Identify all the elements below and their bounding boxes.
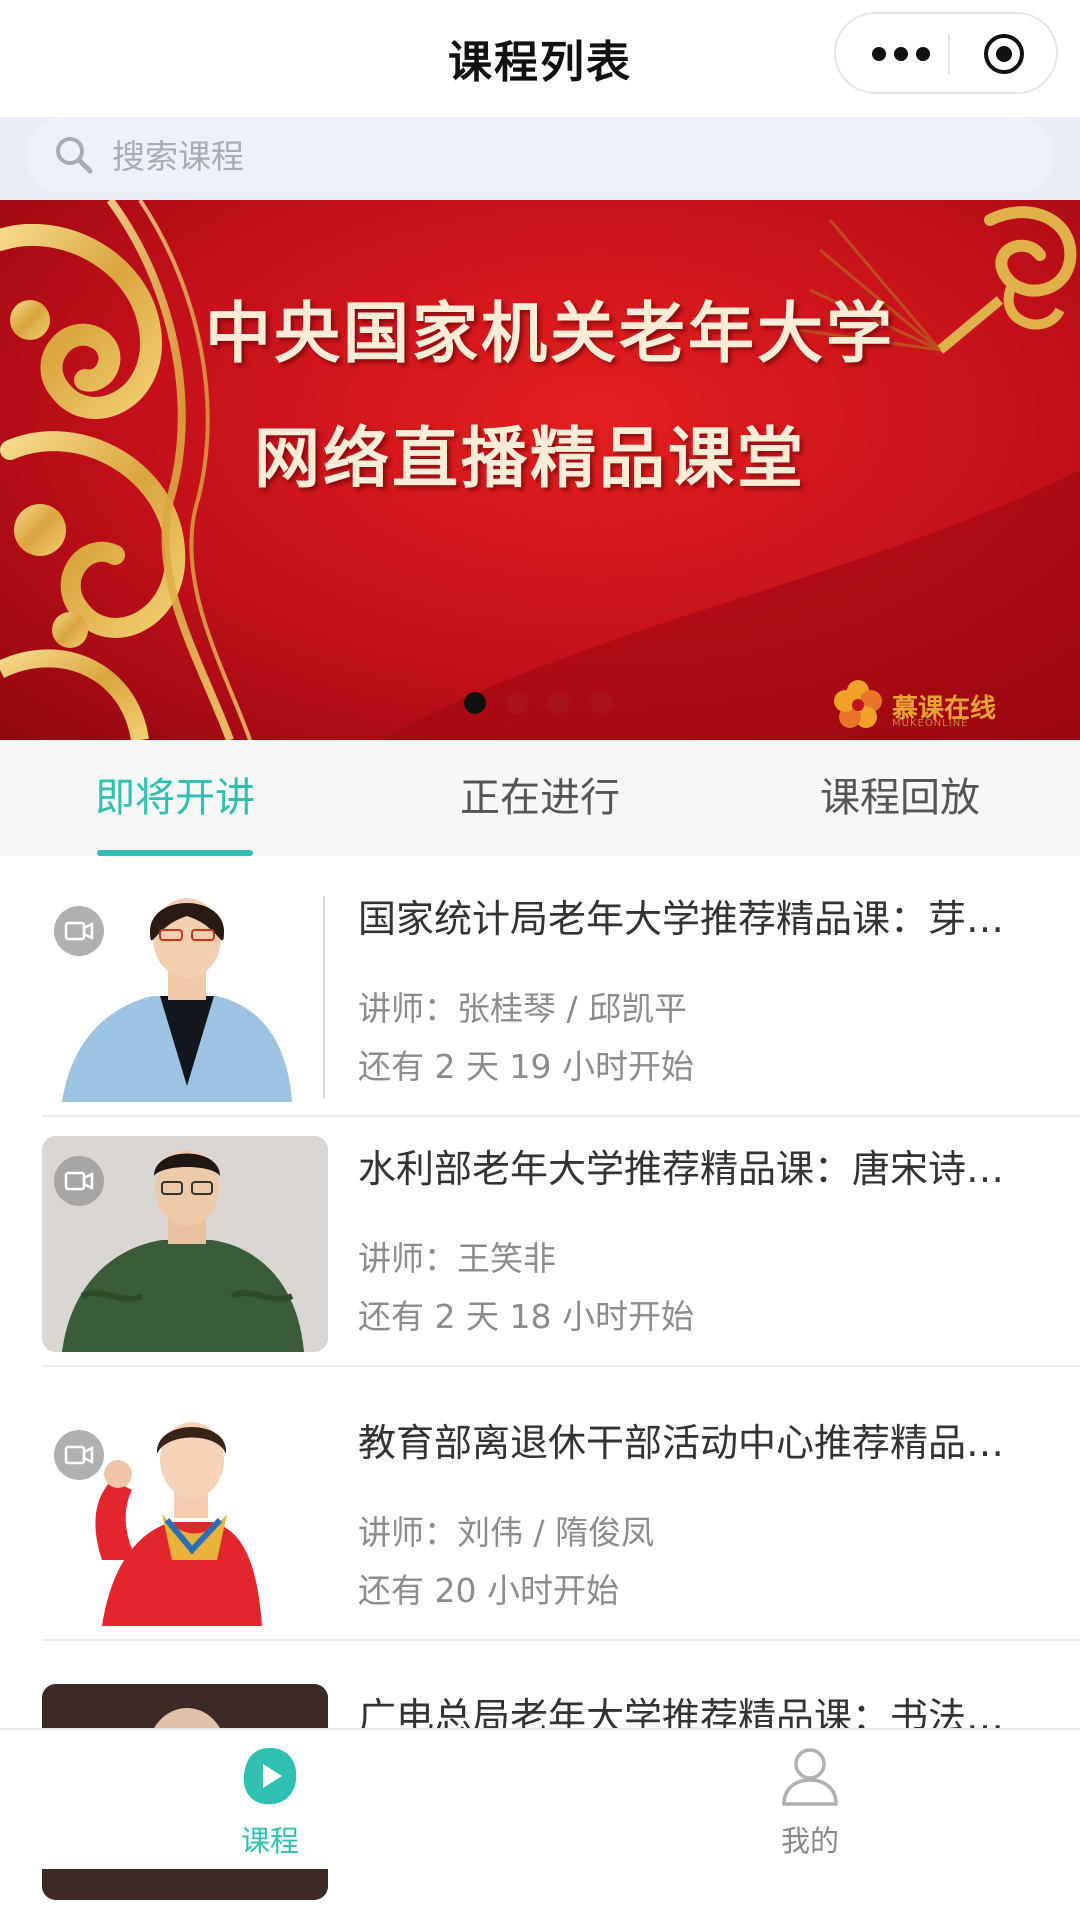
- tabbar-label-profile: 我的: [780, 1824, 839, 1858]
- course-item[interactable]: 水利部老年大学推荐精品课：唐宋诗… 讲师：王笑非 还有 2 天 18 小时开始: [42, 1120, 1080, 1372]
- banner-title-line1: 中央国家机关老年大学: [205, 295, 895, 372]
- search-input[interactable]: [110, 129, 914, 183]
- list-divider: [42, 1115, 1080, 1117]
- course-teacher: 讲师：张桂琴 / 邱凯平: [358, 989, 688, 1028]
- banner-carousel[interactable]: 中央国家机关老年大学 网络直播精品课堂 慕课在线 MUKEONLINE: [0, 200, 1080, 740]
- course-thumbnail: [42, 1136, 328, 1352]
- course-countdown: 还有 20 小时开始: [358, 1571, 619, 1610]
- course-title: 教育部离退休干部活动中心推荐精品…: [358, 1421, 1005, 1465]
- more-options-icon[interactable]: [872, 44, 930, 64]
- course-teacher: 讲师：王笑非: [358, 1239, 556, 1278]
- carousel-dot-3[interactable]: [548, 692, 570, 714]
- profile-icon: [782, 1748, 838, 1806]
- list-divider: [42, 1365, 1080, 1367]
- capsule-divider: [948, 34, 950, 74]
- course-countdown: 还有 2 天 18 小时开始: [358, 1297, 694, 1336]
- carousel-dot-4[interactable]: [590, 692, 612, 714]
- search-icon: [56, 137, 93, 174]
- banner-title-line2: 网络直播精品课堂: [254, 420, 806, 497]
- tabbar-item-course[interactable]: 课程: [170, 1730, 370, 1871]
- navigation-bar: 课程列表: [0, 0, 1080, 117]
- course-item[interactable]: 国家统计局老年大学推荐精品课：芽… 讲师：张桂琴 / 邱凯平 还有 2 天 19…: [42, 870, 1080, 1122]
- course-countdown: 还有 2 天 19 小时开始: [358, 1047, 694, 1086]
- carousel-dot-2[interactable]: [506, 692, 528, 714]
- video-camera-icon: [54, 1156, 104, 1206]
- course-item[interactable]: 教育部离退休干部活动中心推荐精品… 讲师：刘伟 / 隋俊凤 还有 20 小时开始: [42, 1394, 1080, 1646]
- list-divider: [42, 1639, 1080, 1641]
- carousel-dot-1[interactable]: [464, 692, 486, 714]
- tabbar-item-profile[interactable]: 我的: [710, 1730, 910, 1871]
- course-play-icon: [243, 1748, 297, 1805]
- course-title: 水利部老年大学推荐精品课：唐宋诗…: [358, 1147, 1005, 1191]
- video-camera-icon: [54, 1430, 104, 1480]
- tab-ongoing[interactable]: 正在进行: [440, 740, 640, 856]
- course-status-tabs: 即将开讲 正在进行 课程回放: [0, 740, 1080, 856]
- close-target-icon[interactable]: [982, 32, 1026, 76]
- banner-logo-subtext: MUKEONLINE: [892, 718, 969, 729]
- tab-replay[interactable]: 课程回放: [800, 740, 1000, 856]
- course-teacher: 讲师：刘伟 / 隋俊凤: [358, 1513, 655, 1552]
- search-bar: [0, 117, 1080, 200]
- course-thumbnail: [42, 1410, 328, 1626]
- video-camera-icon: [54, 906, 104, 956]
- mini-program-capsule: [834, 12, 1058, 94]
- active-tab-indicator: [97, 850, 253, 856]
- course-title: 国家统计局老年大学推荐精品课：芽…: [358, 897, 1005, 941]
- course-thumbnail: [42, 886, 328, 1102]
- tab-upcoming[interactable]: 即将开讲: [75, 740, 275, 856]
- tabbar-label-course: 课程: [240, 1824, 299, 1858]
- carousel-indicator: [464, 692, 624, 716]
- bottom-tab-bar: 课程 我的: [0, 1728, 1080, 1869]
- search-box[interactable]: [26, 117, 1054, 193]
